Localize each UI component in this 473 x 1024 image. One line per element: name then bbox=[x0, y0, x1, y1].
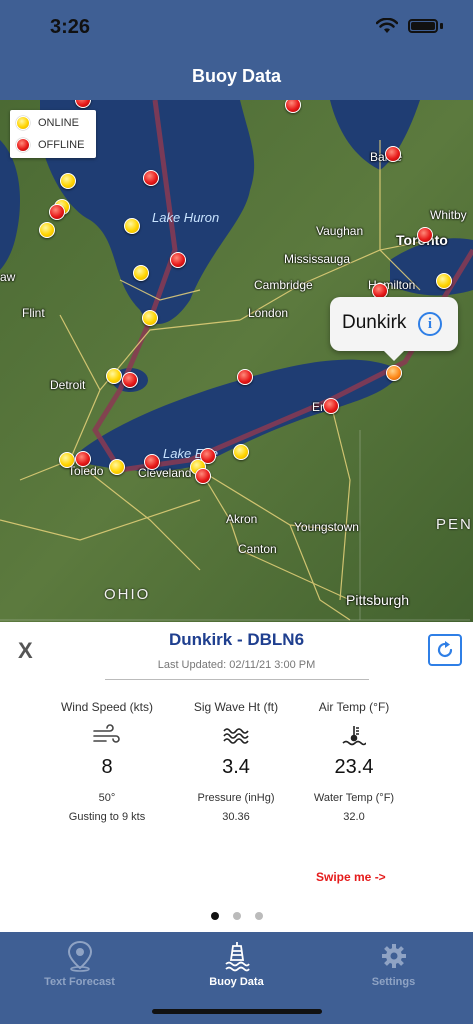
state-label: PEN bbox=[436, 516, 473, 533]
place-label: Flint bbox=[22, 306, 45, 320]
buoy-marker-online[interactable] bbox=[60, 173, 76, 189]
buoy-marker-offline[interactable] bbox=[144, 454, 160, 470]
page-indicator[interactable] bbox=[0, 912, 473, 920]
metric-air-temp: Air Temp (°F) 23.4 bbox=[289, 700, 419, 779]
buoy-icon bbox=[158, 940, 315, 972]
buoy-marker-offline[interactable] bbox=[385, 146, 401, 162]
tab-text-forecast[interactable]: Text Forecast bbox=[1, 940, 158, 988]
map-pin-icon bbox=[1, 940, 158, 972]
buoy-marker-online[interactable] bbox=[142, 310, 158, 326]
place-label: Detroit bbox=[50, 378, 86, 392]
tab-label: Text Forecast bbox=[44, 976, 115, 988]
buoy-marker-offline[interactable] bbox=[122, 372, 138, 388]
legend-label-online: ONLINE bbox=[38, 117, 79, 129]
place-label: Akron bbox=[226, 512, 258, 526]
buoy-callout[interactable]: Dunkirk i bbox=[330, 297, 458, 361]
metric-value: 8 bbox=[101, 756, 113, 778]
buoy-marker-online[interactable] bbox=[59, 452, 75, 468]
metric-wind-speed: Wind Speed (kts) 8 bbox=[42, 700, 172, 779]
place-label: London bbox=[248, 306, 289, 320]
wind-icon bbox=[42, 722, 172, 748]
swipe-hint: Swipe me -> bbox=[316, 870, 386, 884]
info-icon[interactable]: i bbox=[418, 312, 442, 336]
place-label: Cambridge bbox=[254, 278, 313, 292]
state-label: OHIO bbox=[104, 586, 151, 603]
map-view[interactable]: Lake Huron Lake Erie Barrie Whitby Vaugh… bbox=[0, 100, 473, 622]
gear-icon bbox=[315, 940, 472, 972]
buoy-marker-online[interactable] bbox=[436, 273, 452, 289]
map-legend: ONLINE OFFLINE bbox=[10, 110, 96, 158]
place-label: Youngstown bbox=[294, 520, 359, 534]
status-time: 3:26 bbox=[50, 16, 91, 38]
buoy-title: Dunkirk - DBLN6 bbox=[168, 630, 305, 649]
place-label: aw bbox=[0, 270, 16, 284]
page-dot[interactable] bbox=[254, 912, 263, 920]
callout-buoy-name: Dunkirk bbox=[342, 312, 407, 333]
thermometer-icon bbox=[289, 722, 419, 748]
waves-icon bbox=[171, 722, 301, 748]
tab-buoy-data[interactable]: Buoy Data bbox=[158, 940, 315, 988]
buoy-marker-offline[interactable] bbox=[417, 227, 433, 243]
buoy-marker-online[interactable] bbox=[124, 218, 140, 234]
buoy-marker-online[interactable] bbox=[39, 222, 55, 238]
home-indicator[interactable] bbox=[152, 1009, 322, 1014]
offline-dot-icon bbox=[16, 138, 30, 152]
wifi-icon bbox=[376, 18, 398, 33]
place-label: Pittsburgh bbox=[346, 592, 410, 608]
tab-label: Settings bbox=[371, 976, 416, 988]
metric-wave-height: Sig Wave Ht (ft) 3.4 bbox=[171, 700, 301, 779]
divider bbox=[105, 679, 369, 680]
place-label: Mississauga bbox=[284, 252, 351, 266]
legend-label-offline: OFFLINE bbox=[38, 139, 85, 151]
buoy-marker-online[interactable] bbox=[233, 444, 249, 460]
metric-value: 3.4 bbox=[222, 756, 250, 778]
metric-label: Air Temp (°F) bbox=[318, 700, 390, 714]
buoy-marker-offline[interactable] bbox=[143, 170, 159, 186]
nav-bar: Buoy Data bbox=[0, 56, 473, 100]
metric-value: 23.4 bbox=[334, 756, 374, 778]
buoy-marker-online[interactable] bbox=[109, 459, 125, 475]
buoy-marker-online[interactable] bbox=[106, 368, 122, 384]
buoy-marker-offline[interactable] bbox=[195, 468, 211, 484]
metric-label: Sig Wave Ht (ft) bbox=[193, 700, 279, 714]
battery-icon bbox=[408, 19, 438, 33]
pressure-label: Pressure (inHg) bbox=[197, 792, 275, 804]
online-dot-icon bbox=[16, 116, 30, 130]
metric-label: Wind Speed (kts) bbox=[60, 700, 154, 714]
refresh-button[interactable] bbox=[428, 634, 462, 666]
place-label: Canton bbox=[238, 542, 277, 556]
water-temp-value: 32.0 bbox=[343, 811, 365, 823]
pressure-value: 30.36 bbox=[222, 811, 250, 823]
wind-gust: Gusting to 9 kts bbox=[68, 811, 146, 823]
water-temp-label: Water Temp (°F) bbox=[313, 792, 395, 804]
refresh-icon bbox=[437, 641, 453, 658]
page-title: Buoy Data bbox=[191, 66, 281, 86]
wind-direction: 50° bbox=[98, 792, 116, 804]
status-icons bbox=[376, 18, 443, 34]
buoy-marker-selected[interactable] bbox=[386, 365, 402, 381]
tab-settings[interactable]: Settings bbox=[315, 940, 472, 988]
place-label: Whitby bbox=[430, 208, 467, 222]
tab-label: Buoy Data bbox=[209, 976, 264, 988]
buoy-marker-offline[interactable] bbox=[170, 252, 186, 268]
page-dot[interactable] bbox=[232, 912, 241, 920]
buoy-detail-panel[interactable]: X Dunkirk - DBLN6 Last Updated: 02/11/21… bbox=[0, 622, 473, 932]
last-updated: Last Updated: 02/11/21 3:00 PM bbox=[157, 659, 316, 671]
battery-tip bbox=[440, 23, 443, 29]
place-label: Vaughan bbox=[316, 224, 364, 238]
lake-label: Lake Huron bbox=[152, 210, 220, 225]
buoy-marker-online[interactable] bbox=[133, 265, 149, 281]
legend-row-offline: OFFLINE bbox=[16, 138, 84, 152]
buoy-marker-offline[interactable] bbox=[237, 369, 253, 385]
page-dot-active[interactable] bbox=[210, 912, 219, 920]
status-bar: 3:26 bbox=[0, 0, 473, 56]
legend-row-online: ONLINE bbox=[16, 116, 79, 130]
buoy-marker-offline[interactable] bbox=[323, 398, 339, 414]
buoy-marker-offline[interactable] bbox=[49, 204, 65, 220]
buoy-marker-offline[interactable] bbox=[75, 451, 91, 467]
